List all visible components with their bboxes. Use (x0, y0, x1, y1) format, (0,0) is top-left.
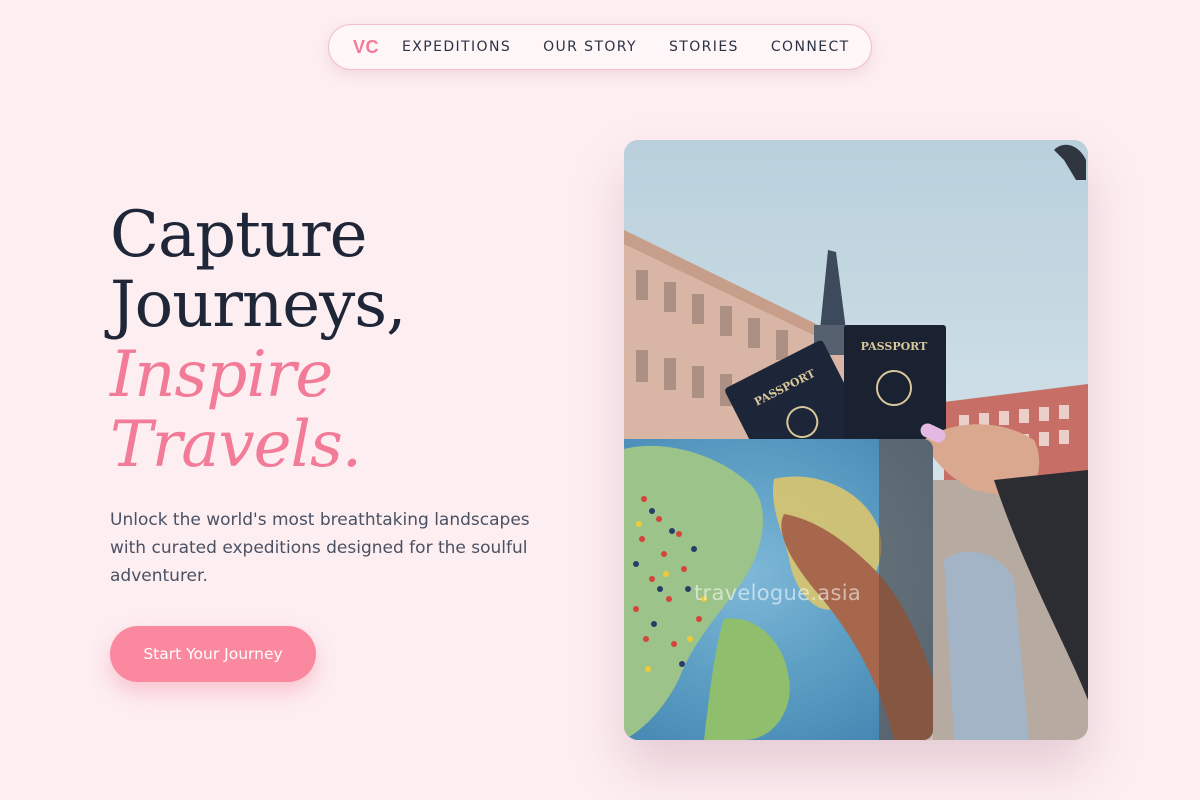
headline-line-2: Journeys, (110, 268, 406, 342)
nav-link-connect[interactable]: CONNECT (771, 39, 850, 55)
nav-link-expeditions[interactable]: EXPEDITIONS (402, 39, 511, 55)
nav-link-our-story[interactable]: OUR STORY (543, 39, 637, 55)
nav-link-stories[interactable]: STORIES (669, 39, 739, 55)
passport-label-2: PASSPORT (861, 340, 928, 353)
hero-section: Capture Journeys, Inspire Travels. Unloc… (110, 200, 570, 682)
hero-headline: Capture Journeys, Inspire Travels. (110, 200, 570, 480)
hero-photo: PASSPORT PASSPORT travelogue.asia (624, 140, 1088, 740)
start-journey-button[interactable]: Start Your Journey (110, 626, 316, 682)
headline-line-1: Capture (110, 198, 368, 272)
top-nav: VC EXPEDITIONS OUR STORY STORIES CONNECT (328, 24, 872, 70)
headline-line-3: Inspire (110, 338, 333, 412)
hero-subtitle: Unlock the world's most breathtaking lan… (110, 510, 530, 586)
logo[interactable]: VC (353, 37, 379, 58)
watermark-text: travelogue.asia (694, 581, 862, 605)
headline-line-4: Travels. (110, 408, 362, 482)
